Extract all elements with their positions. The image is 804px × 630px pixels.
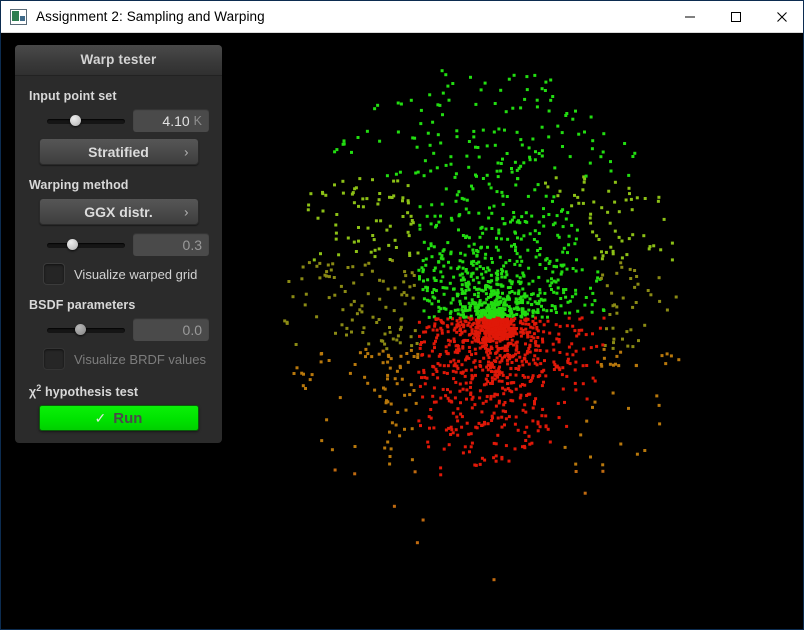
bsdf-parameter-value: 0.0 <box>182 321 202 338</box>
app-icon <box>10 8 27 25</box>
warping-parameter-textbox[interactable]: 0.3 <box>133 233 209 256</box>
bsdf-parameters-label: BSDF parameters <box>29 298 136 312</box>
warping-method-combo[interactable]: GGX distr. › <box>38 198 199 225</box>
slider-track <box>47 118 125 124</box>
warping-method-label: Warping method <box>29 178 129 192</box>
visualize-brdf-values-label: Visualize BRDF values <box>74 351 206 367</box>
point-count-slider[interactable] <box>47 114 125 128</box>
warping-parameter-slider[interactable] <box>47 238 125 252</box>
minimize-icon <box>685 16 695 17</box>
visualize-warped-grid-row[interactable]: Visualize warped grid <box>43 263 208 285</box>
bsdf-parameter-row: 0.0 <box>29 318 209 341</box>
point-count-value: 4.10 <box>162 112 190 129</box>
panel-body: Input point set 4.10 K Stratified › Warp… <box>15 89 222 432</box>
check-icon: ✓ <box>94 410 107 427</box>
input-point-set-label: Input point set <box>29 89 117 103</box>
chevron-right-icon: › <box>184 144 189 159</box>
input-point-set-row: 4.10 K <box>29 109 209 132</box>
close-icon <box>777 11 787 22</box>
chevron-right-icon: › <box>184 204 189 219</box>
visualize-brdf-values-row[interactable]: Visualize BRDF values <box>43 348 208 370</box>
bsdf-parameter-textbox[interactable]: 0.0 <box>133 318 209 341</box>
slider-knob[interactable] <box>67 238 79 250</box>
point-count-unit: K <box>193 113 202 128</box>
close-button[interactable] <box>759 1 803 33</box>
run-button-label: Run <box>113 409 143 427</box>
point-set-type-combo[interactable]: Stratified › <box>38 138 199 165</box>
warping-parameter-value: 0.3 <box>182 236 202 253</box>
window-title: Assignment 2: Sampling and Warping <box>36 9 265 24</box>
maximize-button[interactable] <box>713 1 759 33</box>
slider-track <box>47 327 125 333</box>
point-count-textbox[interactable]: 4.10 K <box>133 109 209 132</box>
hypothesis-test-text: hypothesis test <box>41 385 139 400</box>
warp-tester-panel: Warp tester Input point set 4.10 K Strat… <box>15 45 222 444</box>
visualize-warped-grid-label: Visualize warped grid <box>74 266 198 282</box>
bsdf-parameter-slider[interactable] <box>47 323 125 337</box>
maximize-icon <box>731 11 741 22</box>
warping-parameter-row: 0.3 <box>29 233 209 256</box>
slider-knob[interactable] <box>70 114 82 126</box>
application-window: Assignment 2: Sampling and Warping Warp … <box>0 0 804 630</box>
visualize-warped-grid-checkbox[interactable] <box>43 263 65 285</box>
title-bar: Assignment 2: Sampling and Warping <box>1 1 803 33</box>
window-controls <box>667 1 803 33</box>
warping-method-value: GGX distr. <box>84 203 153 220</box>
slider-track <box>47 242 125 248</box>
slider-knob[interactable] <box>75 323 87 335</box>
minimize-button[interactable] <box>667 1 713 33</box>
visualize-brdf-values-checkbox[interactable] <box>43 348 65 370</box>
hypothesis-test-label: χ2 hypothesis test <box>29 383 208 399</box>
run-test-button[interactable]: ✓ Run <box>38 405 199 432</box>
point-set-type-label: Stratified <box>88 143 149 160</box>
panel-title: Warp tester <box>15 45 222 76</box>
